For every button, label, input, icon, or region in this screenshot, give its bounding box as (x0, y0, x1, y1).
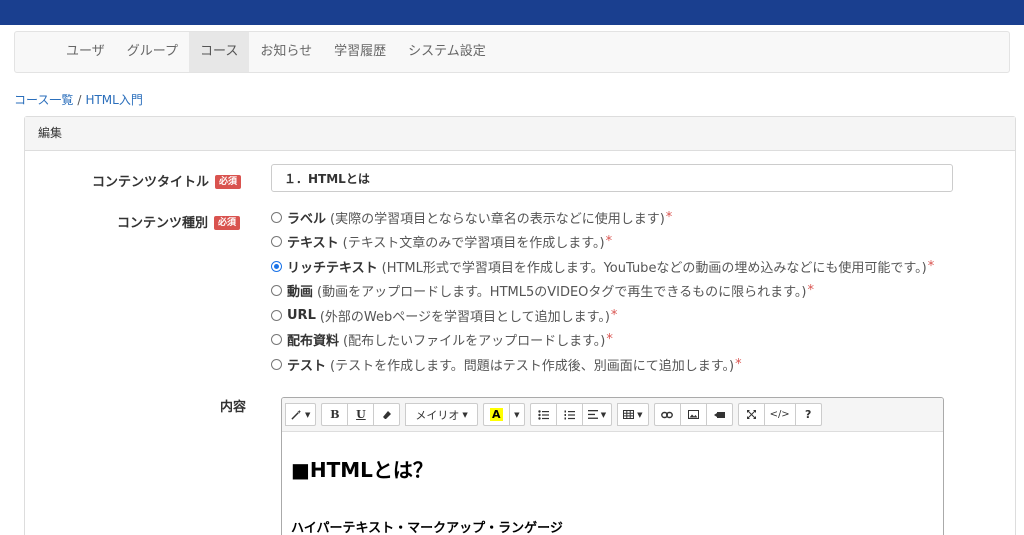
style-button[interactable]: ▼ (285, 403, 317, 426)
required-star: * (605, 234, 613, 250)
code-view-button[interactable]: </> (763, 403, 796, 426)
nav-tab-system-settings[interactable]: システム設定 (397, 32, 497, 72)
radio-button-selected[interactable] (271, 260, 282, 272)
unordered-list-button[interactable] (529, 403, 557, 426)
radio-option-handout[interactable]: 配布資料 (配布したいファイルをアップロードします。) * (271, 328, 1011, 353)
table-button[interactable]: ▼ (617, 403, 649, 426)
editor-heading-1: ■HTMLとは？ (291, 458, 433, 482)
font-name-value: メイリオ (415, 408, 460, 422)
insert-image-button[interactable] (679, 403, 707, 426)
required-star: * (927, 258, 935, 274)
numbered-list-icon (564, 410, 575, 419)
radio-option-desc: (テストを作成します。問題はテスト作成後、別画面にて追加します。) (330, 358, 735, 374)
content-title-input[interactable] (271, 164, 953, 192)
nav-tab-news[interactable]: お知らせ (249, 32, 323, 72)
content-type-label-text: コンテンツ種別 (117, 216, 209, 231)
radio-button[interactable] (271, 285, 282, 297)
breadcrumb-separator: / (77, 93, 82, 107)
caret-down-icon: ▼ (305, 410, 311, 419)
required-star: * (807, 283, 814, 299)
content-body-label-text: 内容 (220, 400, 247, 415)
radio-option-desc: (外部のWebページを学習項目として追加します。) (319, 309, 610, 325)
eraser-icon (382, 410, 391, 419)
main-navbar: ユーザ グループ コース お知らせ 学習履歴 システム設定 (14, 31, 1010, 73)
radio-option-text[interactable]: テキスト (テキスト文章のみで学習項目を作成します。) * (271, 230, 1011, 255)
breadcrumb-current[interactable]: HTML入門 (85, 93, 142, 107)
bold-button[interactable]: B (321, 403, 349, 426)
editor-content-area[interactable]: ■HTMLとは？ ハイパーテキスト・マークアップ・ランゲージ (282, 454, 943, 535)
caret-down-icon: ▼ (514, 410, 520, 419)
caret-down-icon: ▼ (600, 410, 607, 419)
highlight-a-icon: A (490, 408, 503, 421)
caret-down-icon: ▼ (637, 410, 643, 419)
breadcrumb-course-list-link[interactable]: コース一覧 (14, 93, 73, 107)
expand-icon (746, 410, 756, 419)
editor-heading-2: ハイパーテキスト・マークアップ・ランゲージ (291, 521, 563, 535)
link-icon (661, 411, 673, 418)
radio-button[interactable] (271, 309, 282, 321)
radio-option-test[interactable]: テスト (テストを作成します。問題はテスト作成後、別画面にて追加します。) * (271, 352, 1011, 377)
radio-option-desc: (HTML形式で学習項目を作成します。YouTubeなどの動画の埋め込みなどにも… (381, 260, 927, 276)
required-badge: 必須 (214, 216, 241, 230)
ordered-list-button[interactable] (555, 403, 583, 426)
underline-button[interactable]: U (347, 403, 375, 426)
required-star: * (665, 209, 673, 225)
breadcrumb: コース一覧 / HTML入門 (14, 91, 143, 108)
caret-down-icon: ▼ (462, 410, 468, 419)
nav-tab-courses[interactable]: コース (188, 32, 250, 72)
help-button[interactable]: ? (794, 403, 822, 426)
content-type-label: コンテンツ種別 必須 (117, 212, 241, 231)
editor-toolbar: ▼ B U メイリオ ▼ A ▼ ▼ ▼ </> ? (282, 398, 943, 432)
picture-icon (687, 410, 699, 419)
required-star: * (606, 332, 613, 348)
nav-tabs: ユーザ グループ コース お知らせ 学習履歴 システム設定 (55, 32, 497, 72)
clear-format-button[interactable] (373, 403, 401, 426)
insert-video-button[interactable] (705, 403, 733, 426)
paragraph-align-button[interactable]: ▼ (581, 403, 613, 426)
radio-button[interactable] (271, 211, 282, 223)
content-type-radio-group: ラベル (実際の学習項目とならない章名の表示などに使用します) * テキスト (… (271, 205, 1011, 377)
top-header-bar (0, 0, 1024, 25)
highlight-color-button[interactable]: A (482, 403, 510, 426)
font-name-dropdown[interactable]: メイリオ ▼ (405, 403, 478, 426)
insert-link-button[interactable] (653, 403, 681, 426)
radio-option-name: リッチテキスト (287, 260, 378, 276)
required-star: * (735, 356, 742, 372)
panel-heading: 編集 (25, 117, 1015, 151)
radio-option-desc: (動画をアップロードします。HTML5のVIDEOタグで再生できるものに限られま… (317, 285, 807, 301)
radio-option-name: テスト (287, 358, 327, 374)
fullscreen-button[interactable] (737, 403, 765, 426)
radio-option-rich-text[interactable]: リッチテキスト (HTML形式で学習項目を作成します。YouTubeなどの動画の… (271, 254, 1011, 279)
radio-button[interactable] (271, 334, 282, 346)
radio-option-name: 配布資料 (287, 334, 340, 350)
align-left-icon (587, 410, 598, 419)
required-badge: 必須 (215, 175, 242, 189)
content-title-label: コンテンツタイトル 必須 (92, 171, 242, 190)
nav-tab-groups[interactable]: グループ (116, 32, 189, 72)
radio-option-desc: (テキスト文章のみで学習項目を作成します。) (342, 236, 605, 252)
radio-button[interactable] (271, 236, 282, 248)
content-title-label-text: コンテンツタイトル (92, 175, 210, 190)
table-icon (623, 410, 635, 419)
rich-text-editor: ▼ B U メイリオ ▼ A ▼ ▼ ▼ </> ? ■HTMLとは？ ハイパー… (281, 397, 944, 535)
video-icon (713, 411, 725, 418)
nav-tab-history[interactable]: 学習履歴 (323, 32, 397, 72)
radio-option-url[interactable]: URL (外部のWebページを学習項目として追加します。) * (271, 303, 1011, 328)
radio-option-name: 動画 (287, 285, 314, 301)
radio-option-desc: (実際の学習項目とならない章名の表示などに使用します) (330, 211, 665, 227)
radio-option-name: ラベル (287, 211, 327, 227)
radio-option-desc: (配布したいファイルをアップロードします。) (343, 334, 606, 350)
color-dropdown-button[interactable]: ▼ (508, 403, 525, 426)
radio-option-label[interactable]: ラベル (実際の学習項目とならない章名の表示などに使用します) * (271, 205, 1011, 230)
radio-button[interactable] (271, 358, 282, 370)
radio-option-video[interactable]: 動画 (動画をアップロードします。HTML5のVIDEOタグで再生できるものに限… (271, 279, 1011, 304)
content-body-label: 内容 (220, 396, 246, 415)
radio-option-name: テキスト (287, 236, 339, 252)
required-star: * (610, 307, 618, 323)
bullet-list-icon (538, 409, 549, 420)
radio-option-name: URL (287, 307, 316, 323)
magic-wand-icon (291, 409, 302, 420)
nav-tab-users[interactable]: ユーザ (55, 32, 116, 72)
